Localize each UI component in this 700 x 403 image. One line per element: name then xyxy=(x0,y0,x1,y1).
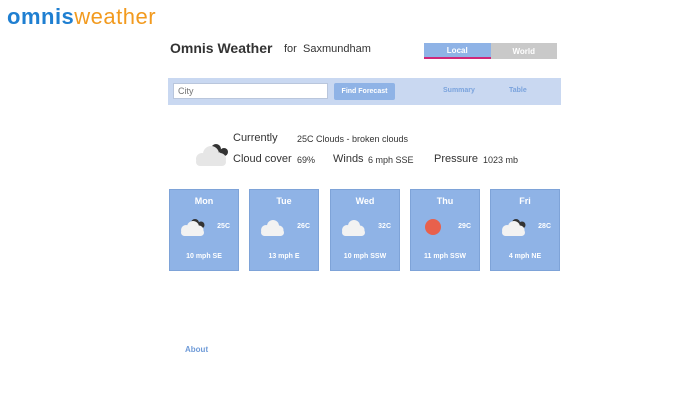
forecast-temp: 26C xyxy=(297,223,310,230)
forecast-wind: 4 mph NE xyxy=(508,253,542,260)
winds-label: Winds xyxy=(333,153,364,165)
world-toggle-button[interactable]: World xyxy=(490,43,557,59)
forecast-wind: 11 mph SSW xyxy=(423,253,466,260)
forecast-temp: 28C xyxy=(538,223,551,230)
forecast-wind: 10 mph SSW xyxy=(343,253,387,260)
forecast-card-mon[interactable]: Mon 25C 10 mph SE xyxy=(169,189,239,271)
forecast-wind: 13 mph E xyxy=(268,253,300,260)
forecast-card-wed[interactable]: Wed 32C 10 mph SSW xyxy=(330,189,400,271)
tab-summary[interactable]: Summary xyxy=(443,87,475,94)
current-conditions: Currently 25C Clouds - broken clouds Clo… xyxy=(190,126,560,176)
tab-table[interactable]: Table xyxy=(509,87,527,94)
logo-weather: weather xyxy=(74,4,157,29)
forecast-card-fri[interactable]: Fri 28C 4 mph NE xyxy=(490,189,560,271)
for-label: for xyxy=(284,43,297,55)
forecast-card-tue[interactable]: Tue 26C 13 mph E xyxy=(249,189,319,271)
cloud-cover-label: Cloud cover xyxy=(233,153,292,165)
forecast-day: Wed xyxy=(355,196,375,206)
broken-clouds-icon xyxy=(502,219,526,236)
search-bar: Find Forecast Summary Table xyxy=(168,78,561,105)
forecast-temp: 25C xyxy=(217,223,230,230)
cloud-icon xyxy=(261,220,284,236)
broken-clouds-icon xyxy=(196,144,228,166)
sun-icon xyxy=(425,219,441,235)
pressure-label: Pressure xyxy=(434,153,479,165)
forecast-wind: 10 mph SE xyxy=(186,253,222,260)
forecast-day: Fri xyxy=(519,196,531,206)
omnis-weather-logo: omnisweather xyxy=(7,4,156,30)
location-name: Saxmundham xyxy=(303,43,371,55)
about-link[interactable]: About xyxy=(185,345,208,354)
city-input[interactable] xyxy=(173,83,328,99)
forecast-day: Mon xyxy=(194,196,214,206)
cloud-icon xyxy=(342,220,365,236)
forecast-temp: 32C xyxy=(378,223,391,230)
page-title: Omnis Weather xyxy=(170,40,273,56)
currently-label: Currently xyxy=(233,132,278,144)
current-description: 25C Clouds - broken clouds xyxy=(297,134,409,144)
forecast-temp: 29C xyxy=(458,223,471,230)
logo-omnis: omnis xyxy=(7,4,75,29)
winds-value: 6 mph SSE xyxy=(368,155,414,165)
cloud-cover-value: 69% xyxy=(297,155,316,165)
find-forecast-button[interactable]: Find Forecast xyxy=(334,83,395,100)
forecast-card-thu[interactable]: Thu 29C 11 mph SSW xyxy=(410,189,480,271)
local-toggle-button[interactable]: Local xyxy=(424,43,491,59)
broken-clouds-icon xyxy=(181,219,205,236)
mode-toggle: Local World xyxy=(424,43,557,59)
pressure-value: 1023 mb xyxy=(483,155,519,165)
forecast-day: Tue xyxy=(276,196,292,206)
forecast-day: Thu xyxy=(436,196,454,206)
